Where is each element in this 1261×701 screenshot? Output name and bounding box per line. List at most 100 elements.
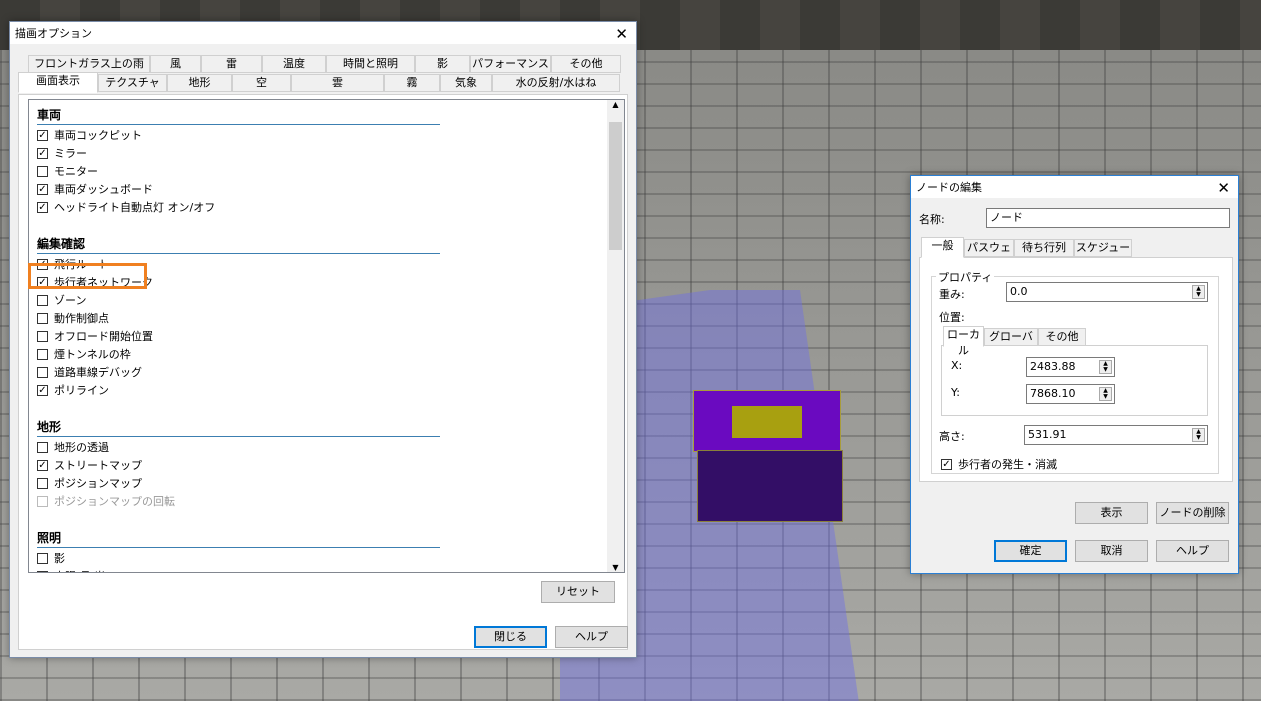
tab-row2-2[interactable]: 地形 — [167, 74, 232, 92]
section-header: 編集確認 — [37, 235, 440, 254]
options-list[interactable]: ▲ ▼ 車両 ✓ 車両コックピット ✓ ミラーモニター ✓ 車両ダッシュボード ✓ ヘッドライト自… — [28, 99, 625, 573]
node-tab-3[interactable]: スケジュール — [1074, 239, 1132, 270]
tab-row2-5[interactable]: 霧 — [384, 74, 440, 92]
checkbox-icon[interactable] — [37, 330, 48, 342]
checkbox-icon[interactable]: ✓ — [37, 129, 48, 141]
checkbox-icon[interactable]: ✓ — [37, 570, 48, 572]
help-button[interactable]: ヘルプ — [1156, 540, 1229, 562]
close-icon[interactable]: ✕ — [615, 25, 628, 43]
checkbox-icon[interactable] — [37, 495, 48, 507]
ok-button[interactable]: 確定 — [994, 540, 1067, 562]
name-label: 名称: — [919, 213, 945, 226]
checkbox-icon[interactable] — [37, 312, 48, 324]
show-button[interactable]: 表示 — [1075, 502, 1148, 524]
name-input[interactable]: ノード — [986, 208, 1230, 228]
dialog-title: ノードの編集 — [916, 181, 982, 194]
checkbox-icon[interactable] — [37, 477, 48, 489]
node-tab-1[interactable]: パスウェイ — [964, 239, 1014, 270]
x-input[interactable]: 2483.88 ▲ ▼ — [1026, 357, 1115, 377]
title-bar: ノードの編集 — [911, 176, 1238, 198]
spinner[interactable]: ▲ ▼ — [1192, 285, 1205, 299]
option-checkbox[interactable]: ✓ ストリートマップ — [37, 457, 142, 473]
y-input[interactable]: 7868.10 ▲ ▼ — [1026, 384, 1115, 404]
option-checkbox[interactable]: ✓太陽/月 光 — [37, 568, 105, 572]
x-label: X: — [951, 359, 963, 372]
close-button[interactable]: 閉じる — [474, 626, 547, 648]
scrollbar[interactable]: ▲ ▼ — [607, 100, 624, 572]
close-icon[interactable]: ✕ — [1217, 179, 1230, 197]
section-header: 照明 — [37, 529, 440, 548]
node-tab-0[interactable]: 一般 — [921, 237, 964, 258]
checkbox-icon[interactable] — [37, 441, 48, 453]
tab-row1-5[interactable]: 影 — [415, 55, 470, 73]
checkbox-icon[interactable]: ✓ — [37, 459, 48, 471]
checkbox-icon[interactable] — [37, 165, 48, 177]
position-label: 位置: — [939, 311, 965, 324]
weight-label: 重み: — [939, 288, 965, 301]
option-checkbox[interactable]: ✓ 車両ダッシュボード — [37, 181, 153, 197]
checkbox-icon[interactable]: ✓ — [941, 458, 952, 470]
spinner[interactable]: ▲ ▼ — [1099, 387, 1112, 401]
option-checkbox: ポジションマップの回転 — [37, 493, 175, 509]
tab-row2-7[interactable]: 水の反射/水はね — [492, 74, 620, 92]
node-tab-2[interactable]: 待ち行列 — [1014, 239, 1074, 257]
tab-row2-4[interactable]: 雲 — [291, 74, 384, 92]
option-checkbox[interactable]: モニター — [37, 163, 98, 179]
spinner[interactable]: ▲ ▼ — [1192, 428, 1205, 442]
position-tab-1[interactable]: グローバル — [984, 328, 1038, 359]
option-checkbox[interactable]: ゾーン — [37, 292, 86, 308]
option-checkbox[interactable]: ✓ ミラー — [37, 145, 87, 161]
option-checkbox[interactable]: 煙トンネルの枠 — [37, 346, 131, 362]
tab-row1-3[interactable]: 温度 — [262, 55, 326, 73]
option-checkbox[interactable]: ✓ ポリライン — [37, 382, 109, 398]
spawn-checkbox[interactable]: ✓ 歩行者の発生・消滅 — [941, 456, 1057, 472]
option-checkbox[interactable]: ポジションマップ — [37, 475, 142, 491]
properties-group-label: プロパティ — [936, 269, 995, 285]
tab-row2-6[interactable]: 気象 — [440, 74, 492, 92]
title-bar: 描画オプション — [10, 22, 636, 44]
y-label: Y: — [951, 386, 960, 399]
tab-row1-4[interactable]: 時間と照明 — [326, 55, 415, 73]
highlight-box — [28, 263, 147, 289]
height-input[interactable]: 531.91 ▲ ▼ — [1024, 425, 1208, 445]
height-label: 高さ: — [939, 430, 965, 443]
dialog-title: 描画オプション — [15, 27, 92, 40]
spinner[interactable]: ▲ ▼ — [1099, 360, 1112, 374]
cancel-button[interactable]: 取消 — [1075, 540, 1148, 562]
tab-row1-2[interactable]: 雷 — [201, 55, 262, 73]
option-checkbox[interactable]: ✓ 車両コックピット — [37, 127, 142, 143]
tab-row2-3[interactable]: 空 — [232, 74, 291, 92]
tab-row1-1[interactable]: 風 — [150, 55, 201, 73]
position-tab-2[interactable]: その他 — [1038, 328, 1086, 346]
checkbox-icon[interactable]: ✓ — [37, 384, 48, 396]
tab-row1-7[interactable]: その他 — [551, 55, 621, 73]
option-checkbox[interactable]: オフロード開始位置 — [37, 328, 153, 344]
option-checkbox[interactable]: ✓ ヘッドライト自動点灯 オン/オフ — [37, 199, 215, 215]
checkbox-icon[interactable]: ✓ — [37, 147, 48, 159]
checkbox-icon[interactable]: ✓ — [37, 183, 48, 195]
option-checkbox[interactable]: 影 — [37, 550, 65, 566]
option-checkbox[interactable]: 道路車線デバッグ — [37, 364, 142, 380]
tab-row1-6[interactable]: パフォーマンス — [470, 55, 551, 73]
reset-button[interactable]: リセット — [541, 581, 615, 603]
tab-row2-0[interactable]: 画面表示 — [18, 72, 98, 93]
section-header: 車両 — [37, 106, 440, 125]
checkbox-icon[interactable] — [37, 552, 48, 564]
tab-row1-0[interactable]: フロントガラス上の雨水 — [28, 55, 150, 86]
section-header: 地形 — [37, 418, 440, 437]
help-button[interactable]: ヘルプ — [555, 626, 628, 648]
delete-node-button[interactable]: ノードの削除 — [1156, 502, 1229, 524]
checkbox-icon[interactable] — [37, 348, 48, 360]
render-options-dialog: 描画オプション ✕ フロントガラス上の雨水風雷温度時間と照明影パフォーマンスその… — [9, 21, 637, 658]
node-object[interactable] — [693, 390, 841, 452]
weight-input[interactable]: 0.0 ▲ ▼ — [1006, 282, 1208, 302]
node-object-side — [697, 450, 843, 522]
node-edit-dialog: ノードの編集 ✕ 名称: ノード 一般パスウェイ待ち行列スケジュール プロパティ… — [910, 175, 1239, 574]
checkbox-icon[interactable]: ✓ — [37, 201, 48, 213]
tab-row2-1[interactable]: テクスチャ — [98, 74, 167, 92]
checkbox-icon[interactable] — [37, 366, 48, 378]
position-tab-0[interactable]: ローカル — [943, 326, 984, 357]
option-checkbox[interactable]: 地形の透過 — [37, 439, 109, 455]
checkbox-icon[interactable] — [37, 294, 48, 306]
option-checkbox[interactable]: 動作制御点 — [37, 310, 109, 326]
